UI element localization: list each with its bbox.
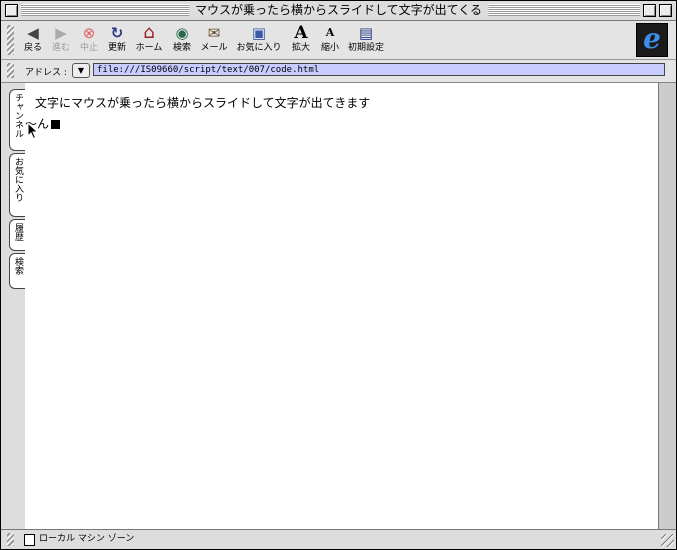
favorites-button[interactable]: ▣ お気に入り: [235, 24, 283, 58]
refresh-label: 更新: [107, 43, 126, 53]
text-larger-button[interactable]: A 拡大: [288, 24, 314, 58]
forward-button[interactable]: ▶ 進む: [47, 24, 75, 58]
address-input[interactable]: file:///IS09660/script/text/007/code.htm…: [93, 63, 665, 76]
search-label: 検索: [172, 43, 191, 53]
sidebar-tab-channels[interactable]: チャンネル: [9, 89, 25, 151]
preferences-button[interactable]: ▤ 初期設定: [346, 24, 386, 58]
ie-logo-icon: e: [643, 22, 661, 55]
address-history-dropdown[interactable]: ▼: [72, 63, 90, 78]
text-larger-icon: A: [294, 23, 308, 43]
favorites-label: お気に入り: [236, 43, 282, 53]
sidebar-tab-label: 検索: [13, 257, 23, 275]
address-label: アドレス :: [25, 68, 67, 78]
address-bar: アドレス : ▼ file:///IS09660/script/text/007…: [1, 60, 676, 83]
sidebar-tab-history[interactable]: 履歴: [9, 219, 25, 251]
browser-logo[interactable]: e: [636, 23, 668, 57]
back-button[interactable]: ◀ 戻る: [19, 24, 47, 58]
back-arrow-icon: ◀: [27, 24, 39, 42]
refresh-button[interactable]: ↻ 更新: [103, 24, 131, 58]
block-marker: [51, 120, 61, 129]
home-icon: ⌂: [143, 22, 155, 43]
back-label: 戻る: [23, 43, 42, 53]
stop-label: 中止: [79, 43, 98, 53]
window-title: マウスが乗ったら横からスライドして文字が出てくる: [188, 3, 489, 18]
refresh-icon: ↻: [110, 24, 124, 42]
mail-button[interactable]: ✉ メール: [198, 24, 230, 58]
mail-icon: ✉: [207, 24, 221, 42]
description-text: 文字にマウスが乗ったら横からスライドして文字が出てきます: [35, 96, 371, 110]
text-smaller-icon: A: [325, 26, 335, 39]
sidebar-tab-label: お気に入り: [13, 157, 23, 202]
text-smaller-label: 縮小: [320, 43, 339, 53]
explorer-sidebar: チャンネル お気に入り 履歴 検索: [1, 83, 26, 529]
mail-label: メール: [200, 43, 228, 53]
home-button[interactable]: ⌂ ホーム: [132, 24, 166, 58]
toolbar-grip[interactable]: [7, 25, 14, 55]
status-bar-grip[interactable]: [7, 533, 14, 546]
toolbar: ◀ 戻る ▶ 進む ⊗ 中止 ↻ 更新 ⌂ ホーム ◉ 検索 ✉ メール ▣ お: [1, 21, 676, 60]
close-box-icon[interactable]: [5, 4, 18, 17]
vertical-scrollbar[interactable]: [658, 83, 676, 529]
status-bar: ローカル マシン ゾーン: [1, 529, 676, 549]
page-content: 文字にマウスが乗ったら横からスライドして文字が出てきます ～ん: [25, 83, 658, 529]
search-icon: ◉: [175, 24, 189, 42]
zoom-box-icon[interactable]: [643, 4, 656, 17]
favorites-icon: ▣: [251, 24, 267, 42]
text-smaller-button[interactable]: A 縮小: [317, 24, 343, 58]
sidebar-tab-label: チャンネル: [13, 93, 23, 138]
home-label: ホーム: [135, 43, 163, 53]
chevron-down-icon: ▼: [77, 66, 85, 75]
resize-grip-icon[interactable]: [661, 534, 674, 547]
status-zone-text: ローカル マシン ゾーン: [39, 534, 135, 544]
browser-window: マウスが乗ったら横からスライドして文字が出てくる ◀ 戻る ▶ 進む ⊗ 中止 …: [0, 0, 677, 550]
sidebar-tab-label: 履歴: [13, 223, 23, 241]
sidebar-tab-favorites[interactable]: お気に入り: [9, 153, 25, 217]
title-bar[interactable]: マウスが乗ったら横からスライドして文字が出てくる: [1, 1, 676, 21]
forward-label: 進む: [51, 43, 70, 53]
search-button[interactable]: ◉ 検索: [168, 24, 196, 58]
preferences-icon: ▤: [358, 24, 374, 42]
address-bar-grip[interactable]: [7, 63, 14, 78]
mouse-pointer-icon: [27, 122, 39, 140]
stop-icon: ⊗: [82, 24, 96, 42]
text-larger-label: 拡大: [291, 43, 310, 53]
collapse-box-icon[interactable]: [659, 4, 672, 17]
stop-button[interactable]: ⊗ 中止: [75, 24, 103, 58]
preferences-label: 初期設定: [347, 43, 384, 53]
zone-icon: [24, 534, 35, 546]
forward-arrow-icon: ▶: [55, 24, 67, 42]
sidebar-tab-search[interactable]: 検索: [9, 253, 25, 289]
